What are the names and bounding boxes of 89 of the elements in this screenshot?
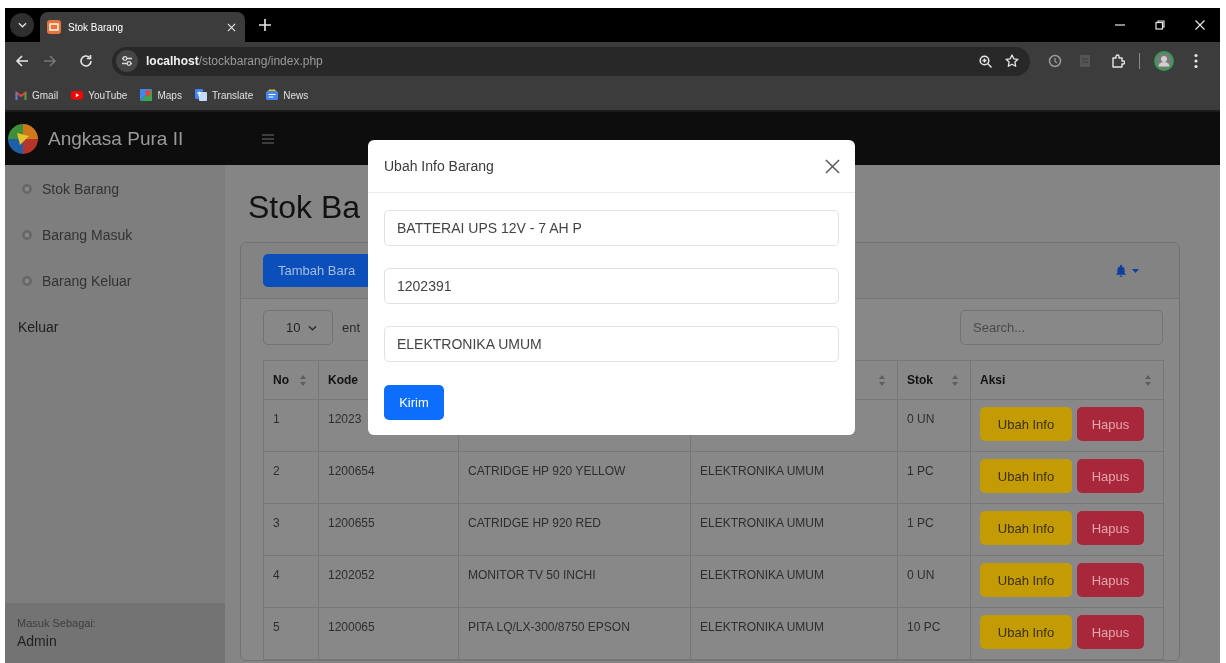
restore-icon[interactable]: [1155, 20, 1165, 30]
edit-button[interactable]: Ubah Info: [980, 563, 1072, 597]
puzzle-icon[interactable]: [1111, 54, 1125, 68]
delete-button[interactable]: Hapus: [1077, 511, 1144, 545]
bookmark[interactable]: News: [266, 89, 309, 101]
logo-icon: [8, 123, 38, 154]
clock-icon[interactable]: [1048, 54, 1062, 68]
column-header[interactable]: Aksi: [980, 373, 1006, 387]
table-cell: CATRIDGE HP 920 RED: [468, 516, 601, 530]
sidebar-item[interactable]: Barang Keluar: [5, 258, 225, 304]
table-cell: MONITOR TV 50 INCHI: [468, 568, 596, 582]
bookmark[interactable]: YouTube: [71, 89, 128, 101]
table-cell: 12023: [328, 412, 362, 426]
delete-button[interactable]: Hapus: [1077, 407, 1144, 441]
sidebar-item[interactable]: Barang Masuk: [5, 212, 225, 258]
table-cell: ELEKTRONIKA UMUM: [700, 568, 825, 582]
forward-arrow-icon[interactable]: [43, 54, 57, 68]
bookmark[interactable]: Maps: [140, 89, 182, 101]
circle-icon: [22, 184, 32, 194]
search-field[interactable]: Search...: [960, 310, 1163, 345]
back-arrow-icon[interactable]: [15, 54, 29, 68]
circle-icon: [22, 276, 32, 286]
favicon-icon: [47, 20, 61, 34]
more-icon[interactable]: [1194, 53, 1198, 69]
tab-list-button[interactable]: [10, 13, 34, 37]
close-icon[interactable]: [825, 158, 840, 174]
table-cell: CATRIDGE HP 920 YELLOW: [468, 464, 626, 478]
text-field[interactable]: ELEKTRONIKA UMUM: [384, 326, 839, 362]
bookmark[interactable]: Gmail: [15, 89, 59, 101]
table-cell: PITA LQ/LX-300/8750 EPSON: [468, 620, 630, 634]
table-cell: ELEKTRONIKA UMUM: [700, 516, 825, 530]
caret-icon[interactable]: [1132, 268, 1139, 273]
entries-select[interactable]: 10: [263, 310, 333, 345]
table-cell: 1200654: [328, 464, 375, 478]
sidebar-item[interactable]: Stok Barang: [5, 166, 225, 212]
avatar-icon[interactable]: [1154, 51, 1174, 71]
map-pin-icon: [140, 89, 153, 101]
table-cell: 2: [273, 464, 280, 478]
sidebar-item[interactable]: Keluar: [5, 304, 225, 350]
column-header[interactable]: No: [273, 373, 289, 387]
text-field[interactable]: BATTERAI UPS 12V - 7 AH P: [384, 210, 839, 246]
user-name: Admin: [17, 633, 57, 649]
table-cell: 4: [273, 568, 280, 582]
submit-button[interactable]: Kirim: [384, 385, 444, 420]
plus-icon[interactable]: [259, 19, 271, 31]
table-cell: 3: [273, 516, 280, 530]
table-cell: 0 UN: [907, 568, 935, 582]
table-cell: 1 PC: [907, 516, 934, 530]
entries-label: ent: [342, 320, 361, 335]
table-cell: ELEKTRONIKA UMUM: [700, 620, 825, 634]
table-cell: 5: [273, 620, 280, 634]
delete-button[interactable]: Hapus: [1077, 615, 1144, 649]
table-cell: 0 UN: [907, 412, 935, 426]
chevron-down-icon: [308, 324, 318, 331]
table-cell: 1202052: [328, 568, 375, 582]
browser-tab[interactable]: Stok Barang: [40, 12, 245, 42]
text-field[interactable]: 1202391: [384, 268, 839, 304]
translate-icon: [194, 89, 207, 101]
edit-button[interactable]: Ubah Info: [980, 511, 1072, 545]
bell-icon[interactable]: [1115, 264, 1127, 277]
edit-button[interactable]: Ubah Info: [980, 459, 1072, 493]
table-cell: 1200065: [328, 620, 375, 634]
reload-icon[interactable]: [79, 54, 93, 68]
delete-button[interactable]: Hapus: [1077, 563, 1144, 597]
column-header[interactable]: Stok: [907, 373, 933, 387]
chevron-down-icon: [17, 22, 27, 28]
zoom-icon[interactable]: [979, 54, 992, 68]
delete-button[interactable]: Hapus: [1077, 459, 1144, 493]
sliders-icon[interactable]: [116, 50, 138, 72]
url-text[interactable]: localhost/stockbarang/index.php: [146, 54, 323, 68]
table-cell: ELEKTRONIKA UMUM: [700, 464, 825, 478]
edit-button[interactable]: Ubah Info: [980, 407, 1072, 441]
add-item-button[interactable]: Tambah Bara: [263, 254, 368, 287]
column-header[interactable]: Kode: [328, 373, 358, 387]
table-cell: 1: [273, 412, 280, 426]
address-bar[interactable]: localhost/stockbarang/index.php: [112, 46, 1030, 76]
table-cell: 10 PC: [907, 620, 941, 634]
page-title: Stok Ba: [248, 188, 361, 226]
modal-title: Ubah Info Barang: [384, 158, 494, 174]
bookmark[interactable]: Translate: [194, 89, 254, 101]
brand-name[interactable]: Angkasa Pura II: [48, 127, 184, 150]
table-cell: 1200655: [328, 516, 375, 530]
edit-button[interactable]: Ubah Info: [980, 615, 1072, 649]
mail-icon: [15, 89, 27, 101]
news-icon: [266, 89, 279, 101]
play-icon: [71, 89, 84, 101]
circle-icon: [22, 230, 32, 240]
star-icon[interactable]: [1005, 54, 1019, 68]
table-cell: 1 PC: [907, 464, 934, 478]
